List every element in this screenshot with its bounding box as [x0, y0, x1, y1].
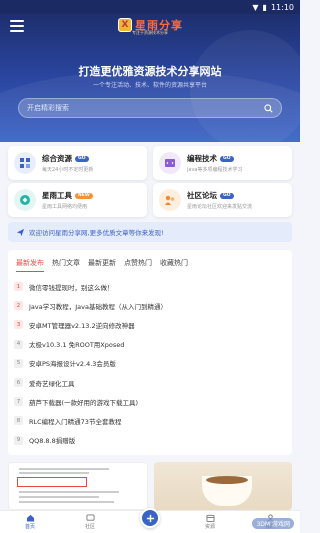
card-badge: GO	[220, 155, 234, 162]
list-item[interactable]: 4 太极v10.3.1 免ROOT用Xposed	[14, 335, 286, 354]
resources-icon	[206, 514, 214, 522]
nav-home[interactable]: 首页	[5, 514, 55, 530]
list-item[interactable]: 6 爱奇艺绿化工具	[14, 373, 286, 392]
forum-icon	[159, 189, 181, 211]
hero-title: 打造更优雅资源技术分享网站	[78, 65, 222, 78]
list-item[interactable]: 9 QQ8.8.8捐赠版	[14, 431, 286, 450]
article-panel: 最新发布 热门文章 最新更新 点赞热门 收藏热门 1 微信零钱提现时，别这么做！ …	[8, 250, 292, 455]
card-desc: 星雨论坛社区欢迎来发贴交流	[187, 204, 253, 210]
card-title: 编程技术	[187, 154, 217, 163]
article-title: 安卓MT管理器v2.13.2逆向修改神器	[29, 321, 135, 330]
nav-community[interactable]: 社区	[65, 514, 115, 530]
article-title: 葫芦下载器(一款好用的游戏下载工具)	[29, 398, 139, 407]
card-badge: GO	[220, 192, 234, 199]
logo-subtitle: 专注于资源技术分享	[132, 30, 168, 35]
article-list: 1 微信零钱提现时，别这么做！ 2 Java学习教程，Java基础教程（从入门到精通…	[14, 277, 286, 450]
menu-icon[interactable]	[10, 20, 24, 32]
list-item[interactable]: 1 微信零钱提现时，别这么做！	[14, 277, 286, 296]
rank-badge: 2	[14, 301, 23, 311]
code-icon	[159, 152, 181, 174]
article-title: 安卓PS海报设计v2.4.3会员版	[29, 360, 116, 369]
nav-label: 社区	[84, 524, 95, 530]
card-title: 星雨工具	[42, 191, 72, 200]
rank-badge: 1	[14, 282, 23, 292]
card-general-resources[interactable]: 综合资源 GO 每天24小时不定时更新	[8, 146, 147, 180]
tab-latest[interactable]: 最新发布	[16, 258, 44, 272]
home-icon	[26, 514, 34, 522]
list-item[interactable]: 3 安卓MT管理器v2.13.2逆向修改神器	[14, 315, 286, 334]
card-tools[interactable]: 星雨工具 NEW 星雨工具网络均便用	[8, 183, 147, 217]
card-forum[interactable]: 社区论坛 GO 星雨论坛社区欢迎来发贴交流	[153, 183, 292, 217]
tab-favorited[interactable]: 收藏热门	[160, 258, 188, 272]
tools-icon	[14, 189, 36, 211]
card-desc: java等多项编程技术学习	[187, 167, 243, 173]
battery-icon: ▮	[262, 2, 267, 12]
status-time: 11:10	[270, 2, 294, 12]
thumbnail-document[interactable]	[8, 462, 148, 510]
status-bar: ▼ ▮ 11:10	[0, 0, 300, 14]
watermark: 3DM 游戏网	[252, 518, 294, 529]
search-icon[interactable]	[264, 103, 273, 113]
send-icon	[16, 228, 25, 236]
rank-badge: 6	[14, 378, 23, 388]
notice-bar[interactable]: 欢迎访问星雨分享网,更多优质文章等你来发现!	[8, 222, 292, 242]
card-title: 社区论坛	[187, 191, 217, 200]
hero-subtitle: 一个专注活动、技术、软件的资源共享平台	[92, 82, 207, 89]
article-tabs: 最新发布 热门文章 最新更新 点赞热门 收藏热门	[16, 258, 188, 272]
list-item[interactable]: 5 安卓PS海报设计v2.4.3会员版	[14, 354, 286, 373]
card-desc: 星雨工具网络均便用	[42, 204, 88, 210]
tab-updated[interactable]: 最新更新	[88, 258, 116, 272]
article-title: RLC编程入门精通73节全套教程	[29, 417, 122, 426]
card-programming[interactable]: 编程技术 GO java等多项编程技术学习	[153, 146, 292, 180]
community-icon	[86, 514, 94, 521]
tab-liked[interactable]: 点赞热门	[124, 258, 152, 272]
rank-badge: 5	[14, 358, 23, 368]
nav-label: 首页	[24, 524, 35, 530]
article-title: 太极v10.3.1 免ROOT用Xposed	[29, 341, 125, 350]
article-title: 爱奇艺绿化工具	[29, 379, 75, 388]
featured-thumbnails	[8, 462, 292, 510]
signal-icon: ▼	[252, 2, 259, 12]
search-bar[interactable]	[18, 98, 282, 118]
article-title: 微信零钱提现时，别这么做！	[29, 283, 114, 292]
card-badge: NEW	[75, 192, 93, 199]
search-input[interactable]	[27, 104, 264, 112]
rank-badge: 8	[14, 416, 23, 426]
logo-mark: X	[118, 18, 132, 32]
article-title: Java学习教程，Java基础教程（从入门到精通）	[29, 302, 167, 311]
list-item[interactable]: 8 RLC编程入门精通73节全套教程	[14, 411, 286, 430]
thumbnail-coffee[interactable]	[154, 462, 292, 510]
card-title: 综合资源	[42, 154, 72, 163]
tab-hot[interactable]: 热门文章	[52, 258, 80, 272]
list-item[interactable]: 7 葫芦下载器(一款好用的游戏下载工具)	[14, 392, 286, 411]
notice-text: 欢迎访问星雨分享网,更多优质文章等你来发现!	[29, 229, 164, 237]
rank-badge: 7	[14, 397, 23, 407]
rank-badge: 9	[14, 435, 23, 445]
plus-icon[interactable]	[140, 508, 160, 528]
rank-badge: 4	[14, 339, 23, 349]
nav-publish[interactable]	[125, 508, 175, 528]
nav-label: 资源	[204, 524, 215, 530]
rank-badge: 3	[14, 320, 23, 330]
article-title: QQ8.8.8捐赠版	[29, 437, 76, 446]
card-badge: GO	[75, 155, 89, 162]
grid-icon	[14, 152, 36, 174]
list-item[interactable]: 2 Java学习教程，Java基础教程（从入门到精通）	[14, 296, 286, 315]
nav-resources[interactable]: 资源	[185, 514, 235, 530]
card-desc: 每天24小时不定时更新	[42, 167, 94, 173]
